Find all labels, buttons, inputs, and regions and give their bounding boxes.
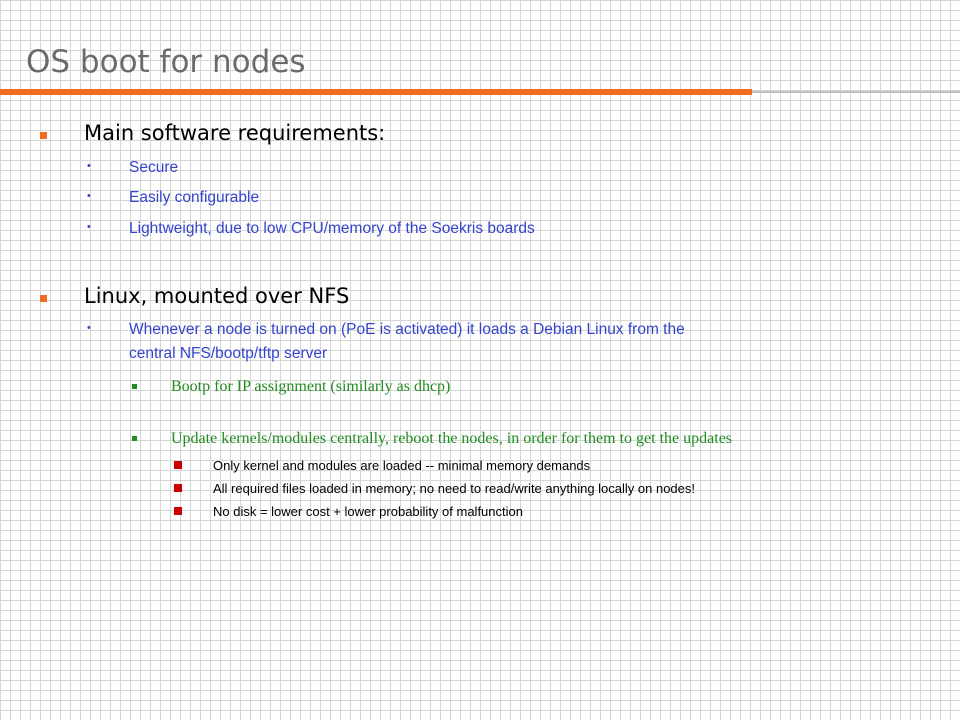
square-bullet-icon — [174, 461, 182, 469]
bullet-dot-icon: • — [87, 190, 91, 202]
list-item-text: Easily configurable — [129, 189, 260, 206]
title-underline-accent — [0, 89, 752, 95]
square-bullet-icon — [132, 436, 137, 441]
slide-title: OS boot for nodes — [26, 44, 306, 80]
detail-item-text: All required files loaded in memory; no … — [213, 481, 695, 496]
bullet-dot-icon: • — [87, 322, 91, 334]
sub-list-item-text: Bootp for IP assignment (similarly as dh… — [171, 378, 451, 395]
square-bullet-icon — [40, 295, 47, 302]
sub-list-item-text: Update kernels/modules centrally, reboot… — [171, 430, 733, 447]
title-underline-gray — [752, 91, 960, 93]
list-item-text-line2: central NFS/bootp/tftp server — [129, 345, 328, 362]
list-item-text: Lightweight, due to low CPU/memory of th… — [129, 220, 535, 237]
bullet-dot-icon: • — [87, 160, 91, 172]
section-heading-text: Main software requirements: — [84, 121, 386, 145]
square-bullet-icon — [174, 507, 182, 515]
detail-item-text: Only kernel and modules are loaded -- mi… — [213, 458, 591, 473]
bullet-dot-icon: • — [87, 221, 91, 233]
section-heading-text: Linux, mounted over NFS — [84, 284, 350, 308]
detail-item-text: No disk = lower cost + lower probability… — [213, 504, 523, 519]
list-item-text-line1: Whenever a node is turned on (PoE is act… — [129, 321, 685, 338]
list-item-text: Secure — [129, 159, 179, 176]
square-bullet-icon — [174, 484, 182, 492]
square-bullet-icon — [40, 132, 47, 139]
square-bullet-icon — [132, 384, 137, 389]
slide: { "title": "OS boot for nodes", "section… — [0, 0, 960, 720]
